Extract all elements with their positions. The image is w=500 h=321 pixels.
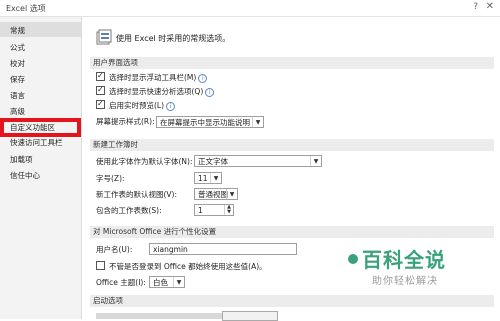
- size-label: 字号(Z):: [96, 174, 125, 183]
- option-quick-analysis[interactable]: 选择时显示快速分析选项(Q)i: [96, 84, 215, 98]
- partial-button[interactable]: [222, 311, 278, 321]
- sidebar-item-label: 快速访问工具栏: [10, 138, 63, 147]
- option-label: 启用实时预览(L): [109, 101, 165, 110]
- sidebar-item-customize-ribbon[interactable]: 自定义功能区: [0, 118, 81, 137]
- sidebar-item-proofing[interactable]: 校对: [0, 56, 81, 71]
- help-button[interactable]: ?: [473, 2, 478, 12]
- sidebar-item-label: 校对: [10, 59, 25, 68]
- sidebar-item-quick-access-toolbar[interactable]: 快速访问工具栏: [0, 135, 81, 150]
- info-icon[interactable]: i: [166, 102, 176, 111]
- sidebar-item-formulas[interactable]: 公式: [0, 40, 81, 55]
- section-new-workbook: 新建工作簿时: [90, 139, 494, 151]
- theme-select[interactable]: 白色 ▼: [149, 276, 185, 288]
- option-floating-toolbar[interactable]: 选择时显示浮动工具栏(M)i: [96, 70, 208, 84]
- sidebar-item-label: 加载项: [10, 155, 33, 164]
- view-label: 新工作表的默认视图(V):: [96, 190, 178, 199]
- chevron-down-icon: ▼: [226, 189, 237, 199]
- info-icon[interactable]: i: [198, 74, 208, 83]
- title-bar: Excel 选项 ? ✕: [0, 0, 500, 17]
- theme-value: 白色: [153, 278, 168, 287]
- sidebar-item-general-label[interactable]: 常规: [10, 25, 25, 37]
- checkbox[interactable]: [96, 84, 105, 96]
- screentip-label: 屏幕提示样式(R):: [96, 117, 155, 126]
- sidebar-item-save[interactable]: 保存: [0, 72, 81, 87]
- chevron-down-icon: ▼: [252, 117, 263, 127]
- sidebar-item-addins[interactable]: 加载项: [0, 152, 81, 167]
- theme-label: Office 主题(I):: [96, 278, 146, 287]
- option-label: 不管是否登录到 Office 都始终使用这些值(A)。: [109, 262, 267, 271]
- sheets-label: 包含的工作表数(S):: [96, 206, 162, 215]
- info-icon[interactable]: i: [205, 88, 215, 97]
- screentip-select[interactable]: 在屏幕提示中显示功能说明 ▼: [156, 116, 264, 128]
- chevron-down-icon: ▼: [210, 173, 221, 183]
- watermark-title: 百科全说: [362, 248, 446, 272]
- username-input[interactable]: xiangmin: [149, 243, 297, 255]
- option-always-use-values[interactable]: 不管是否登录到 Office 都始终使用这些值(A)。: [96, 261, 267, 273]
- size-select[interactable]: 11 ▼: [194, 172, 222, 184]
- sidebar-item-label: 保存: [10, 75, 25, 84]
- option-label: 选择时显示快速分析选项(Q): [109, 87, 204, 96]
- sidebar-item-advanced[interactable]: 高级: [0, 104, 81, 119]
- sidebar-item-label: 语言: [10, 91, 25, 100]
- section-personalize: 对 Microsoft Office 进行个性化设置: [90, 226, 494, 238]
- sheets-value: 1: [198, 206, 203, 215]
- chevron-down-icon: ▼: [310, 156, 321, 166]
- header-text: 使用 Excel 时采用的常规选项。: [116, 34, 231, 43]
- size-value: 11: [198, 174, 208, 183]
- chevron-down-icon: ▼: [173, 277, 184, 287]
- option-label: 选择时显示浮动工具栏(M): [109, 73, 197, 82]
- checkbox[interactable]: [96, 261, 105, 270]
- checkbox[interactable]: [96, 98, 105, 110]
- sidebar-item-label: 公式: [10, 43, 25, 52]
- sidebar-item-label: 信任中心: [10, 171, 40, 180]
- spinner-arrows-icon[interactable]: ▲ ▼: [224, 205, 233, 215]
- sidebar-item-label: 自定义功能区: [10, 123, 55, 132]
- view-select[interactable]: 普通视图 ▼: [194, 188, 238, 200]
- watermark-subtitle: 助你轻松解决: [372, 276, 438, 287]
- option-live-preview[interactable]: 启用实时预览(L)i: [96, 98, 176, 112]
- sidebar-item-trust-center[interactable]: 信任中心: [0, 168, 81, 183]
- watermark-logo-icon: [348, 254, 358, 264]
- section-ui-options: 用户界面选项: [90, 57, 494, 69]
- view-value: 普通视图: [198, 190, 228, 199]
- sidebar-item-label: 高级: [10, 107, 25, 116]
- font-value: 正文字体: [198, 157, 228, 166]
- section-startup: 启动选项: [90, 295, 494, 307]
- font-label: 使用此字体作为默认字体(N):: [96, 157, 193, 166]
- general-options-icon: [96, 29, 112, 45]
- sheets-spinner[interactable]: 1 ▲ ▼: [194, 204, 234, 216]
- username-label: 用户名(U):: [96, 245, 133, 254]
- sidebar: 常规 公式 校对 保存 语言 高级 自定义功能区 快速访问工具栏 加载项 信任中…: [0, 27, 82, 319]
- checkbox[interactable]: [96, 70, 105, 82]
- close-button[interactable]: ✕: [486, 1, 494, 12]
- font-select[interactable]: 正文字体 ▼: [194, 155, 322, 167]
- sidebar-item-language[interactable]: 语言: [0, 88, 81, 103]
- screentip-value: 在屏幕提示中显示功能说明: [160, 118, 250, 127]
- window-title: Excel 选项: [6, 4, 46, 13]
